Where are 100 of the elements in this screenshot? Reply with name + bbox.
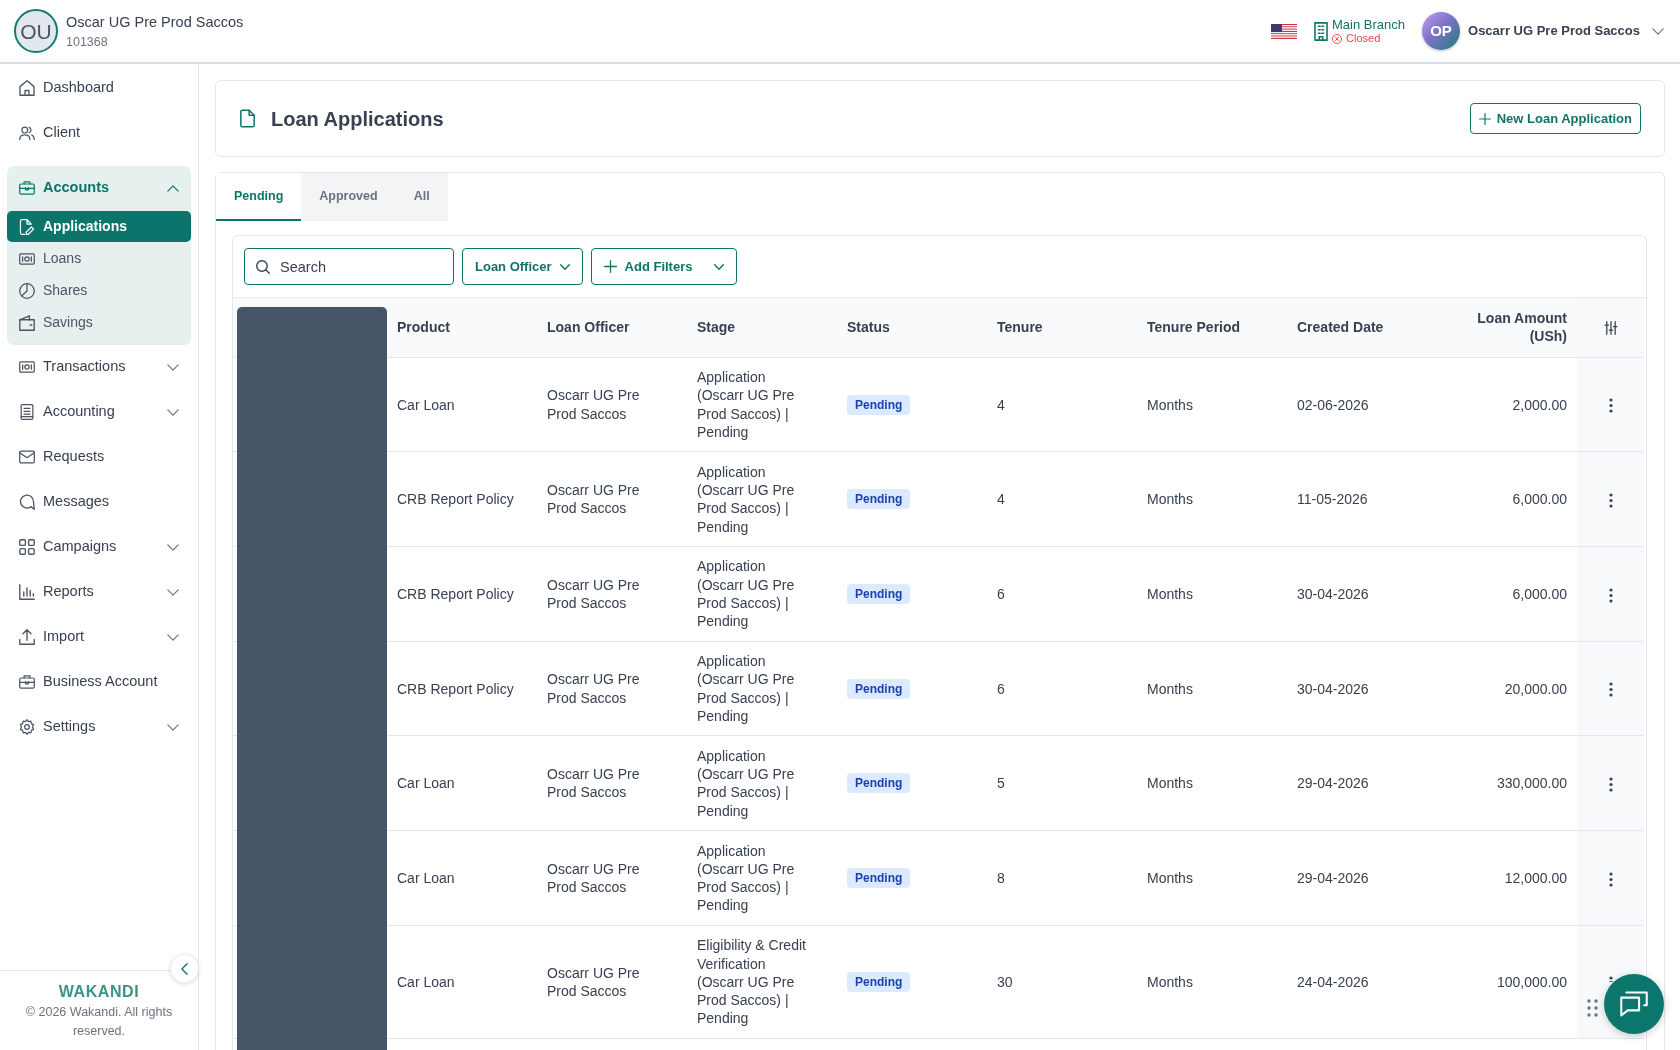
sidebar-item[interactable]: Business Account: [7, 660, 191, 704]
search-field[interactable]: Search: [244, 248, 454, 285]
table-cell: Oscarr UG Pre Prod Saccos: [537, 546, 687, 642]
chevron-down-icon: [714, 263, 725, 270]
grid-icon: [19, 539, 35, 555]
envelope-icon: [19, 449, 35, 465]
column-header: Stage: [687, 298, 837, 358]
chevron-down-icon[interactable]: [167, 633, 179, 641]
table-cell: Months: [1137, 925, 1287, 1039]
more-options-icon[interactable]: [1608, 398, 1613, 414]
table-cell: Months: [1137, 830, 1287, 926]
submenu-item[interactable]: Shares: [7, 275, 191, 306]
sidebar-item[interactable]: Messages: [7, 480, 191, 524]
table-cell: Months: [1137, 641, 1287, 736]
table-cell: Oscarr UG Pre Prod Saccos: [537, 451, 687, 547]
briefcase-icon: [19, 180, 35, 196]
brand-logo: WAKANDI: [58, 982, 140, 1002]
sidebar-item[interactable]: Client: [7, 111, 191, 155]
us-flag-icon[interactable]: [1271, 23, 1298, 39]
table-cell: Oscarr UG Pre Prod Saccos: [537, 830, 687, 926]
table-cell: Months: [1137, 451, 1287, 547]
submenu-item[interactable]: Applications: [7, 211, 191, 242]
sidebar-item[interactable]: Reports: [7, 570, 191, 614]
home-icon: [19, 80, 35, 96]
settings-icon: [19, 719, 35, 735]
table-cell: 30-04-2026: [1287, 641, 1437, 736]
column-header: Loan Amount (USh): [1437, 298, 1577, 358]
table-cell: Eligibility & Credit Verification (Oscarr UG Pre Prod Saccos) | Pending: [687, 925, 837, 1039]
banknote-icon: [19, 250, 35, 267]
table-cell: Application (Oscarr UG Pre Prod Saccos) | Pending: [687, 735, 837, 831]
more-options-icon[interactable]: [1608, 777, 1613, 793]
add-filters-button[interactable]: Add Filters: [590, 248, 738, 285]
new-application-button[interactable]: New Loan Application: [1469, 103, 1641, 134]
table-cell: 6: [987, 641, 1137, 736]
tab[interactable]: All: [395, 173, 448, 221]
bar-chart-icon: [19, 584, 35, 600]
table-cell: Application (Oscarr UG Pre Prod Saccos) | Pending: [687, 830, 837, 926]
table-cell: Oscarr UG Pre Prod Saccos: [537, 925, 687, 1039]
sidebar-item[interactable]: Accounts: [7, 166, 191, 210]
org-code: 101368: [66, 33, 109, 50]
column-header: Product: [387, 298, 537, 358]
status-badge: Pending: [847, 489, 911, 510]
column-header: Created Date: [1287, 298, 1437, 358]
more-options-icon[interactable]: [1608, 975, 1613, 982]
user-name[interactable]: Oscarr UG Pre Prod Saccos: [1468, 21, 1640, 41]
chevron-down-icon[interactable]: [167, 408, 179, 416]
sidebar-item[interactable]: Requests: [7, 435, 191, 479]
file-edit-icon: [19, 218, 35, 235]
page-title: Loan Applications: [271, 106, 444, 131]
table-cell: Months: [1137, 735, 1287, 831]
upload-icon: [19, 629, 35, 645]
column-header: Loan Officer: [537, 298, 687, 358]
table-cell: Months: [1137, 357, 1287, 452]
org-name: Oscar UG Pre Prod Saccos: [66, 12, 244, 31]
sidebar-item[interactable]: Transactions: [7, 345, 191, 389]
table-cell: 8: [987, 830, 1137, 926]
sidebar-item[interactable]: Accounting: [7, 390, 191, 434]
more-options-icon[interactable]: [1608, 871, 1613, 887]
filter-dropdown[interactable]: Loan Officer: [462, 248, 583, 285]
copyright-text: © 2026 Wakandi. All rights reserved.: [24, 1004, 174, 1040]
more-options-icon[interactable]: [1608, 682, 1613, 698]
pie-chart-icon: [19, 282, 35, 299]
drag-handle-icon[interactable]: [1587, 999, 1598, 1017]
more-options-icon[interactable]: [1608, 493, 1613, 508]
status-badge: Pending: [847, 773, 911, 794]
tab[interactable]: Approved: [301, 173, 396, 221]
collapse-sidebar-button[interactable]: [170, 954, 199, 983]
chevron-up-icon[interactable]: [167, 184, 179, 192]
chevron-down-icon[interactable]: [167, 363, 179, 371]
user-avatar[interactable]: OP: [1422, 12, 1460, 50]
sidebar-item[interactable]: Settings: [7, 705, 191, 749]
table-cell: 29-04-2026: [1287, 830, 1437, 926]
submenu-item[interactable]: Loans: [7, 243, 191, 274]
column-header: Tenure Period: [1137, 298, 1287, 358]
submenu-item[interactable]: Savings: [7, 307, 191, 338]
sidebar-item[interactable]: Dashboard: [7, 66, 191, 110]
table-cell: Application (Oscarr UG Pre Prod Saccos) | Pending: [687, 641, 837, 736]
status-badge: Pending: [847, 394, 911, 415]
status-badge: Pending: [847, 868, 911, 889]
table-cell: Oscarr UG Pre Prod Saccos: [537, 641, 687, 736]
chevron-down-icon[interactable]: [167, 543, 179, 551]
table-cell: 29-04-2026: [1287, 735, 1437, 831]
chat-bubbles-icon: [1620, 990, 1648, 1018]
chevron-down-icon[interactable]: [1652, 27, 1664, 35]
table-cell: 30-04-2026: [1287, 546, 1437, 642]
chevron-down-icon[interactable]: [167, 723, 179, 731]
table-cell: 24-04-2026: [1287, 925, 1437, 1039]
more-options-icon[interactable]: [1608, 587, 1613, 603]
table-cell: Oscarr UG Pre Prod Saccos: [537, 735, 687, 831]
column-settings-icon[interactable]: [1603, 321, 1618, 336]
sidebar-item[interactable]: Campaigns: [7, 525, 191, 569]
table-cell: 4: [987, 357, 1137, 452]
users-icon: [19, 125, 35, 141]
briefcase-icon: [19, 674, 35, 690]
sidebar-item[interactable]: Import: [7, 615, 191, 659]
status-badge: Pending: [847, 584, 911, 605]
status-badge: Pending: [847, 678, 911, 699]
branch-name[interactable]: Main Branch: [1332, 17, 1405, 32]
tab[interactable]: Pending: [216, 173, 302, 221]
chevron-down-icon[interactable]: [167, 588, 179, 596]
